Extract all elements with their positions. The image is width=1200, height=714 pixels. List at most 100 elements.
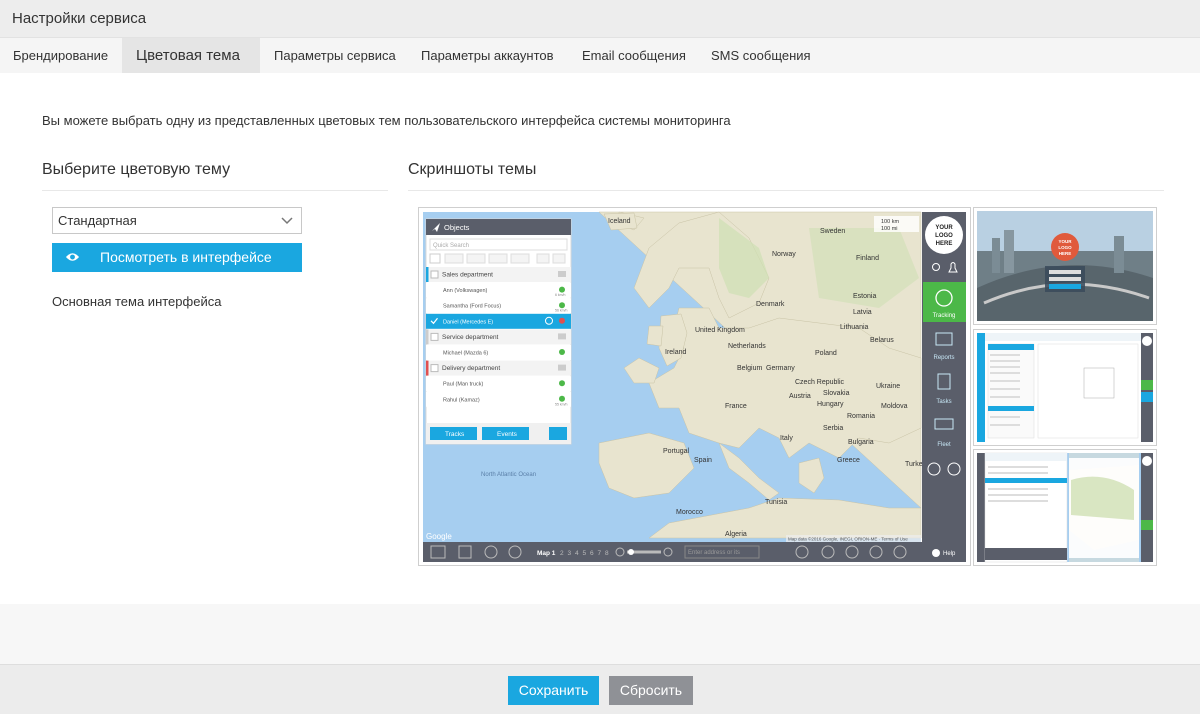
window-title: Настройки сервиса: [12, 10, 147, 27]
theme-screenshot-login[interactable]: YOUR LOGO HERE: [973, 207, 1157, 325]
chevron-down-icon: [281, 208, 293, 243]
map-label: Czech Republic: [795, 379, 845, 386]
theme-description: Основная тема интерфейса: [52, 294, 222, 309]
speed-label: 56 km/h: [555, 309, 568, 313]
map-label: Iceland: [608, 218, 631, 225]
map-label: Finland: [856, 255, 879, 262]
theme-screenshot-main[interactable]: Iceland Norway Sweden Finland Estonia La…: [418, 207, 971, 566]
theme-select-value: Стандартная: [58, 213, 137, 228]
logo-line: LOGO: [935, 233, 953, 239]
save-button[interactable]: Сохранить: [508, 676, 599, 705]
map-page-number[interactable]: 2: [560, 550, 564, 557]
choose-theme-heading: Выберите цветовую тему: [42, 161, 231, 178]
map-label: Ukraine: [876, 383, 900, 390]
thumb-logo-line: HERE: [1059, 251, 1072, 256]
menu-icon[interactable]: [536, 253, 550, 264]
title-bar: Настройки сервиса: [0, 0, 1200, 38]
quick-search-placeholder: Quick Search: [433, 243, 469, 249]
object-label: Michael (Mazda 6): [443, 351, 488, 357]
speed-filter-icon[interactable]: [510, 253, 530, 264]
map-label: Germany: [766, 365, 795, 372]
object-label: Rahul (Kamaz): [443, 397, 480, 403]
events-label: Events: [497, 431, 518, 438]
map-label: Serbia: [823, 425, 843, 432]
group-label: Sales department: [442, 272, 493, 279]
map-page-number[interactable]: 6: [590, 550, 594, 557]
map-page-number[interactable]: 8: [605, 550, 609, 557]
view-button-label: Посмотреть в интерфейсе: [100, 249, 272, 265]
thumb-logo-line: YOUR: [1058, 239, 1072, 244]
sidebar-label[interactable]: Fleet: [937, 442, 951, 448]
sidebar-label[interactable]: Tasks: [936, 399, 951, 405]
message-icon[interactable]: [558, 271, 566, 277]
group-checkbox[interactable]: [430, 270, 439, 279]
preview-sidebar: YOUR LOGO HERE Tracking Reports Tasks Fl…: [922, 212, 966, 562]
map-page-number[interactable]: 3: [568, 550, 572, 557]
map-label: Sweden: [820, 228, 845, 235]
list-view-icon[interactable]: [444, 253, 464, 264]
map-label: Hungary: [817, 401, 844, 408]
message-icon[interactable]: [558, 333, 566, 340]
map-label: Moldova: [881, 403, 908, 410]
zoom-handle[interactable]: [628, 549, 634, 555]
object-label: Daniel (Mercedes E): [443, 319, 493, 325]
map-attribution: Map data ©2016 Google, INEGI, ORION-ME ·…: [788, 536, 908, 542]
tab-color-theme[interactable]: Цветовая тема: [122, 38, 260, 73]
objects-panel: Objects Quick Search Sales department 6 k…: [425, 218, 572, 445]
sidebar-label[interactable]: Reports: [933, 355, 954, 361]
panel-toolbar: [429, 253, 566, 264]
google-logo: Google: [426, 532, 452, 541]
scale-mi: 100 mi: [881, 226, 898, 232]
tab-account-params[interactable]: Параметры аккаунтов: [421, 38, 554, 73]
group-label: Delivery department: [442, 365, 500, 372]
map-label: Estonia: [853, 293, 876, 300]
map-label: United Kingdom: [695, 327, 745, 334]
theme-screenshot-reports[interactable]: [973, 329, 1157, 446]
thumb-logo-line: LOGO: [1058, 245, 1072, 250]
map-label: France: [725, 403, 747, 410]
intro-text: Вы можете выбрать одну из представленных…: [42, 113, 731, 128]
sidebar-label: Tracking: [933, 313, 956, 319]
settings-icon[interactable]: [552, 253, 566, 264]
speed-label: 55 km/h: [555, 402, 568, 406]
map-label: Italy: [780, 435, 793, 442]
view-in-interface-button[interactable]: Посмотреть в интерфейсе: [52, 243, 302, 272]
select-all-checkbox[interactable]: [429, 253, 441, 264]
map-label: Austria: [789, 393, 811, 400]
content-bottom-area: [0, 604, 1200, 664]
group-checkbox[interactable]: [430, 364, 439, 373]
help-label: Help: [943, 551, 956, 557]
map-page-number[interactable]: 7: [598, 550, 602, 557]
status-dot: [559, 380, 565, 387]
tab-branding[interactable]: Брендирование: [0, 38, 122, 73]
logo-line: HERE: [936, 241, 953, 247]
tab-email-messages[interactable]: Email сообщения: [582, 38, 686, 73]
sort-alpha-icon[interactable]: [466, 253, 486, 264]
map-tab-active[interactable]: Map 1: [537, 550, 556, 557]
map-page-number[interactable]: 4: [575, 550, 579, 557]
reset-button[interactable]: Сбросить: [609, 676, 693, 705]
status-filter-icon[interactable]: [488, 253, 508, 264]
map-label: Bulgaria: [848, 439, 874, 446]
group-checkbox[interactable]: [430, 332, 439, 341]
map-label: Romania: [847, 413, 875, 420]
map-label: Belarus: [870, 337, 894, 344]
history-icon[interactable]: [549, 427, 567, 440]
theme-screenshot-tracking[interactable]: [973, 449, 1157, 566]
speed-label: 6 km/h: [555, 293, 566, 297]
status-dot: [559, 302, 565, 309]
tab-sms-messages[interactable]: SMS сообщения: [711, 38, 811, 73]
help-icon[interactable]: [932, 549, 940, 557]
tab-service-params[interactable]: Параметры сервиса: [274, 38, 396, 73]
theme-select[interactable]: Стандартная: [52, 207, 302, 234]
group-label: Service department: [442, 334, 499, 341]
divider: [408, 190, 1164, 191]
map-label: Latvia: [853, 309, 872, 316]
map-page-number[interactable]: 5: [583, 550, 587, 557]
object-label: Samantha (Ford Focus): [443, 304, 501, 310]
message-icon[interactable]: [558, 364, 566, 371]
group-color-bar: [426, 360, 429, 376]
scale-km: 100 km: [881, 219, 899, 225]
map-label: Slovakia: [823, 390, 850, 397]
map-label: Denmark: [756, 301, 785, 308]
